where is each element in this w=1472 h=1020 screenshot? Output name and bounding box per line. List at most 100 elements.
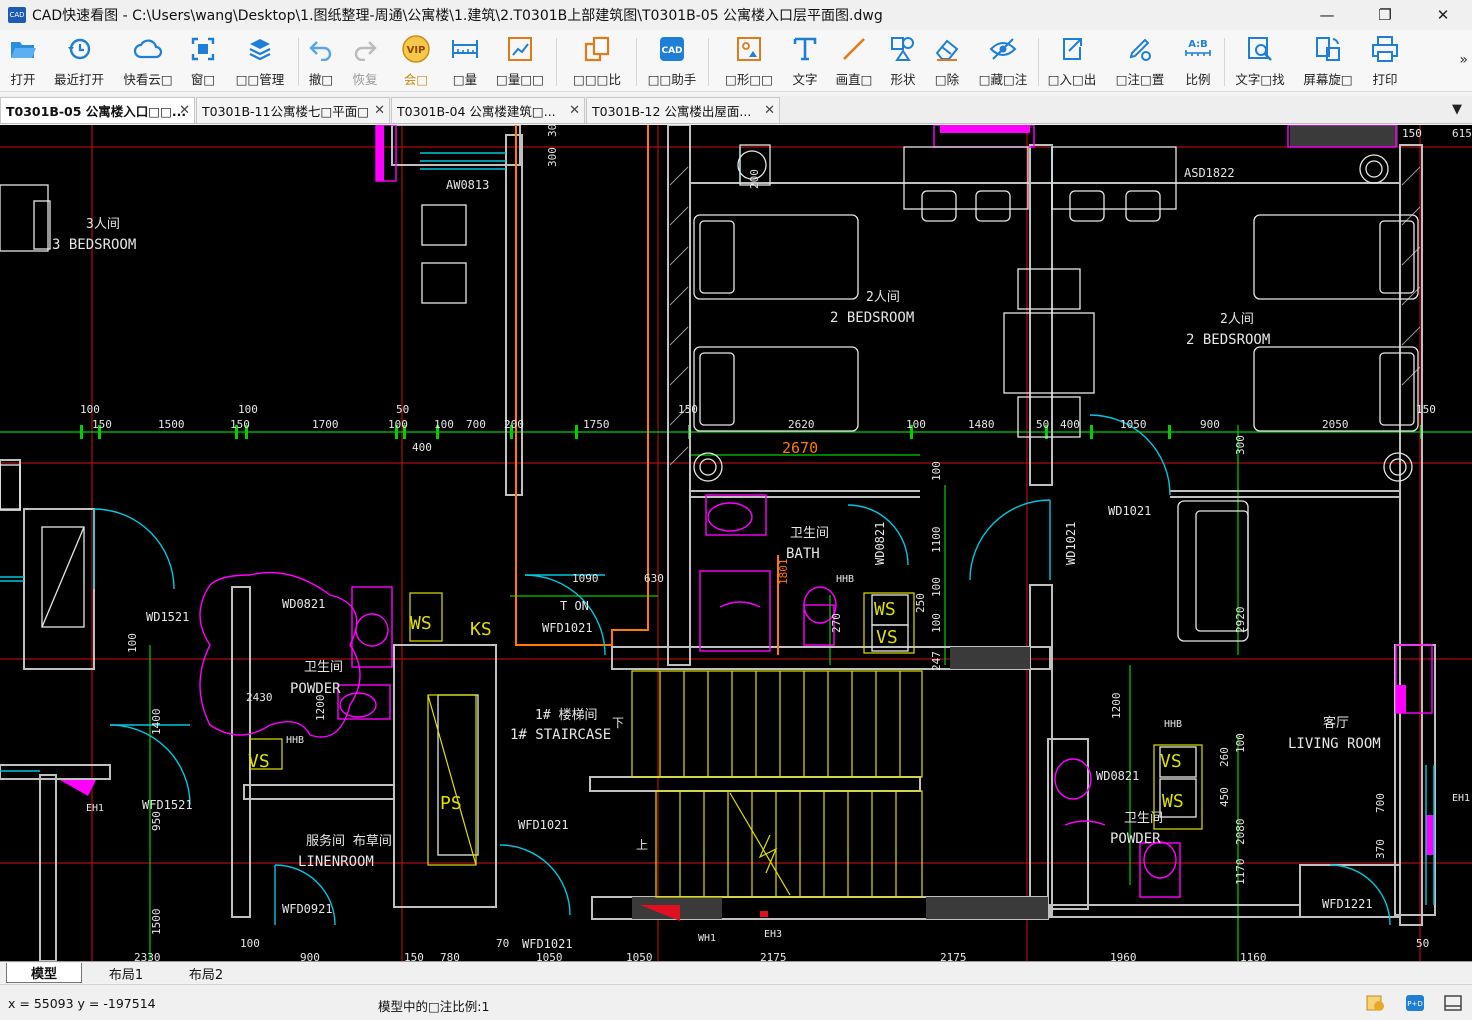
room-label-cn: 服务间 布草间: [306, 833, 392, 849]
svg-text:100: 100: [930, 577, 943, 597]
annotation-settings-button[interactable]: □注□置: [1110, 34, 1170, 88]
cad-assistant-button[interactable]: CAD □□助手: [644, 34, 700, 88]
pdf-icon[interactable]: P+D: [1404, 993, 1426, 1013]
svg-text:1700: 1700: [312, 418, 339, 431]
minimize-button[interactable]: —: [1298, 0, 1356, 30]
recent-open-button[interactable]: 最近打开: [50, 34, 108, 88]
close-window-button[interactable]: ✕: [1414, 0, 1472, 30]
svg-text:2175: 2175: [940, 951, 967, 961]
tab-model[interactable]: 模型: [6, 963, 82, 983]
close-icon[interactable]: ✕: [764, 103, 775, 118]
measure-ruler-icon: [450, 34, 480, 64]
tag-text: HHB: [286, 735, 304, 746]
room-label-en: POWDER: [1110, 831, 1161, 847]
tab-t0301b-11[interactable]: T0301B-11公寓楼七□平面□ ✕: [196, 97, 390, 123]
close-icon[interactable]: ✕: [179, 103, 190, 118]
tag-text: WFD1021: [518, 818, 569, 832]
window-zoom-button[interactable]: 窗□: [186, 34, 220, 88]
toolbar-separator: [1224, 38, 1225, 86]
undo-button[interactable]: 撤□: [304, 34, 338, 88]
svg-text:150: 150: [678, 403, 698, 416]
scale-button[interactable]: A:B 比例: [1178, 34, 1218, 88]
cloud-button[interactable]: 快看云□: [118, 34, 178, 88]
vip-button[interactable]: VIP 会□: [396, 34, 436, 88]
import-export-button[interactable]: □入□出: [1042, 34, 1102, 88]
toolbar-separator: [708, 38, 709, 86]
svg-text:VIP: VIP: [407, 45, 426, 56]
hide-eye-icon: [988, 34, 1018, 64]
text-search-button[interactable]: 文字□找: [1230, 34, 1290, 88]
eraser-icon: [932, 34, 962, 64]
redo-button[interactable]: 恢复: [348, 34, 382, 88]
compare-button[interactable]: □□□比: [566, 34, 628, 88]
wall-infill: [632, 125, 1398, 919]
tag-text: WFD1021: [542, 621, 593, 635]
svg-text:2050: 2050: [1322, 418, 1349, 431]
svg-text:247: 247: [930, 651, 943, 671]
tab-layout2[interactable]: 布局2: [168, 963, 244, 983]
svg-text:370: 370: [1374, 839, 1387, 859]
close-icon[interactable]: ✕: [569, 103, 580, 118]
tag-text: 下: [612, 716, 624, 730]
room-label-cn: 3人间: [86, 217, 120, 232]
tab-t0301b-05[interactable]: T0301B-05 公寓楼入口□□... ✕: [0, 97, 195, 123]
print-button[interactable]: 打印: [1366, 34, 1404, 88]
svg-text:1200: 1200: [314, 695, 327, 722]
svg-text:700: 700: [1374, 793, 1387, 813]
walls: [0, 125, 1436, 961]
layout-tab-bar: 模型 布局1 布局2: [0, 961, 1472, 983]
room-label-cn: 2人间: [866, 290, 900, 305]
hide-annotation-button[interactable]: □藏□注: [974, 34, 1032, 88]
svg-text:2330: 2330: [134, 951, 161, 961]
svg-text:100: 100: [238, 403, 258, 416]
text-button[interactable]: 文字: [788, 34, 822, 88]
room-label-en: 1# STAIRCASE: [510, 727, 611, 743]
tab-t0301b-12[interactable]: T0301B-12 公寓楼出屋面... ✕: [586, 97, 780, 123]
tab-t0301b-04[interactable]: T0301B-04 公寓楼建筑□... ✕: [391, 97, 585, 123]
layer-manage-button[interactable]: □□管理: [230, 34, 290, 88]
panel-icon[interactable]: [1442, 993, 1464, 1013]
tag-text: WFD1021: [522, 937, 573, 951]
magenta-fixtures: [199, 125, 1433, 898]
measure-button[interactable]: □量: [448, 34, 482, 88]
svg-text:150: 150: [92, 418, 112, 431]
measure-stats-button[interactable]: □量□□: [492, 34, 548, 88]
toolbar-more-button[interactable]: »: [1459, 52, 1468, 68]
svg-text:50: 50: [1416, 937, 1429, 950]
text-search-icon: [1245, 34, 1275, 64]
redo-icon: [350, 34, 380, 64]
tag-text: HHB: [1164, 719, 1182, 730]
tag-text: T ON: [560, 599, 589, 613]
svg-text:2920: 2920: [1234, 607, 1247, 634]
coin-icon[interactable]: [1364, 993, 1386, 1013]
scale-ab-icon: A:B: [1183, 34, 1213, 64]
tag-text: PS: [440, 793, 462, 814]
svg-text:150: 150: [1416, 403, 1436, 416]
rotate-screen-button[interactable]: 屏幕旋□: [1298, 34, 1358, 88]
svg-text:1480: 1480: [968, 418, 995, 431]
vip-icon: VIP: [401, 34, 431, 64]
rotate-screen-icon: [1313, 34, 1343, 64]
tab-layout1[interactable]: 布局1: [88, 963, 164, 983]
cad-drawing-canvas[interactable]: 3人间 3 BEDSROOM 2人间 2 BEDSROOM 2人间 2 BEDS…: [0, 125, 1472, 961]
svg-text:100: 100: [930, 613, 943, 633]
toolbar-separator: [1038, 38, 1039, 86]
svg-text:780: 780: [440, 951, 460, 961]
svg-text:100: 100: [906, 418, 926, 431]
maximize-button[interactable]: ❐: [1356, 0, 1414, 30]
tab-list-dropdown-icon[interactable]: ▼: [1452, 102, 1462, 117]
open-button[interactable]: 打开: [6, 34, 40, 88]
draw-line-button[interactable]: 画直□: [830, 34, 878, 88]
svg-text:2080: 2080: [1234, 819, 1247, 846]
svg-text:450: 450: [1218, 787, 1231, 807]
window-zoom-icon: [188, 34, 218, 64]
shapes-button[interactable]: 形状: [886, 34, 920, 88]
bottom-dimensions: 2330 100 900 150 780 70 1050 1050 2175 2…: [134, 937, 1429, 961]
svg-text:1960: 1960: [1110, 951, 1137, 961]
erase-button[interactable]: □除: [930, 34, 964, 88]
shape-frame-icon: [734, 34, 764, 64]
svg-text:100: 100: [930, 461, 943, 481]
svg-text:1090: 1090: [572, 572, 599, 585]
shape-frame-button[interactable]: □形□□: [718, 34, 780, 88]
close-icon[interactable]: ✕: [374, 103, 385, 118]
